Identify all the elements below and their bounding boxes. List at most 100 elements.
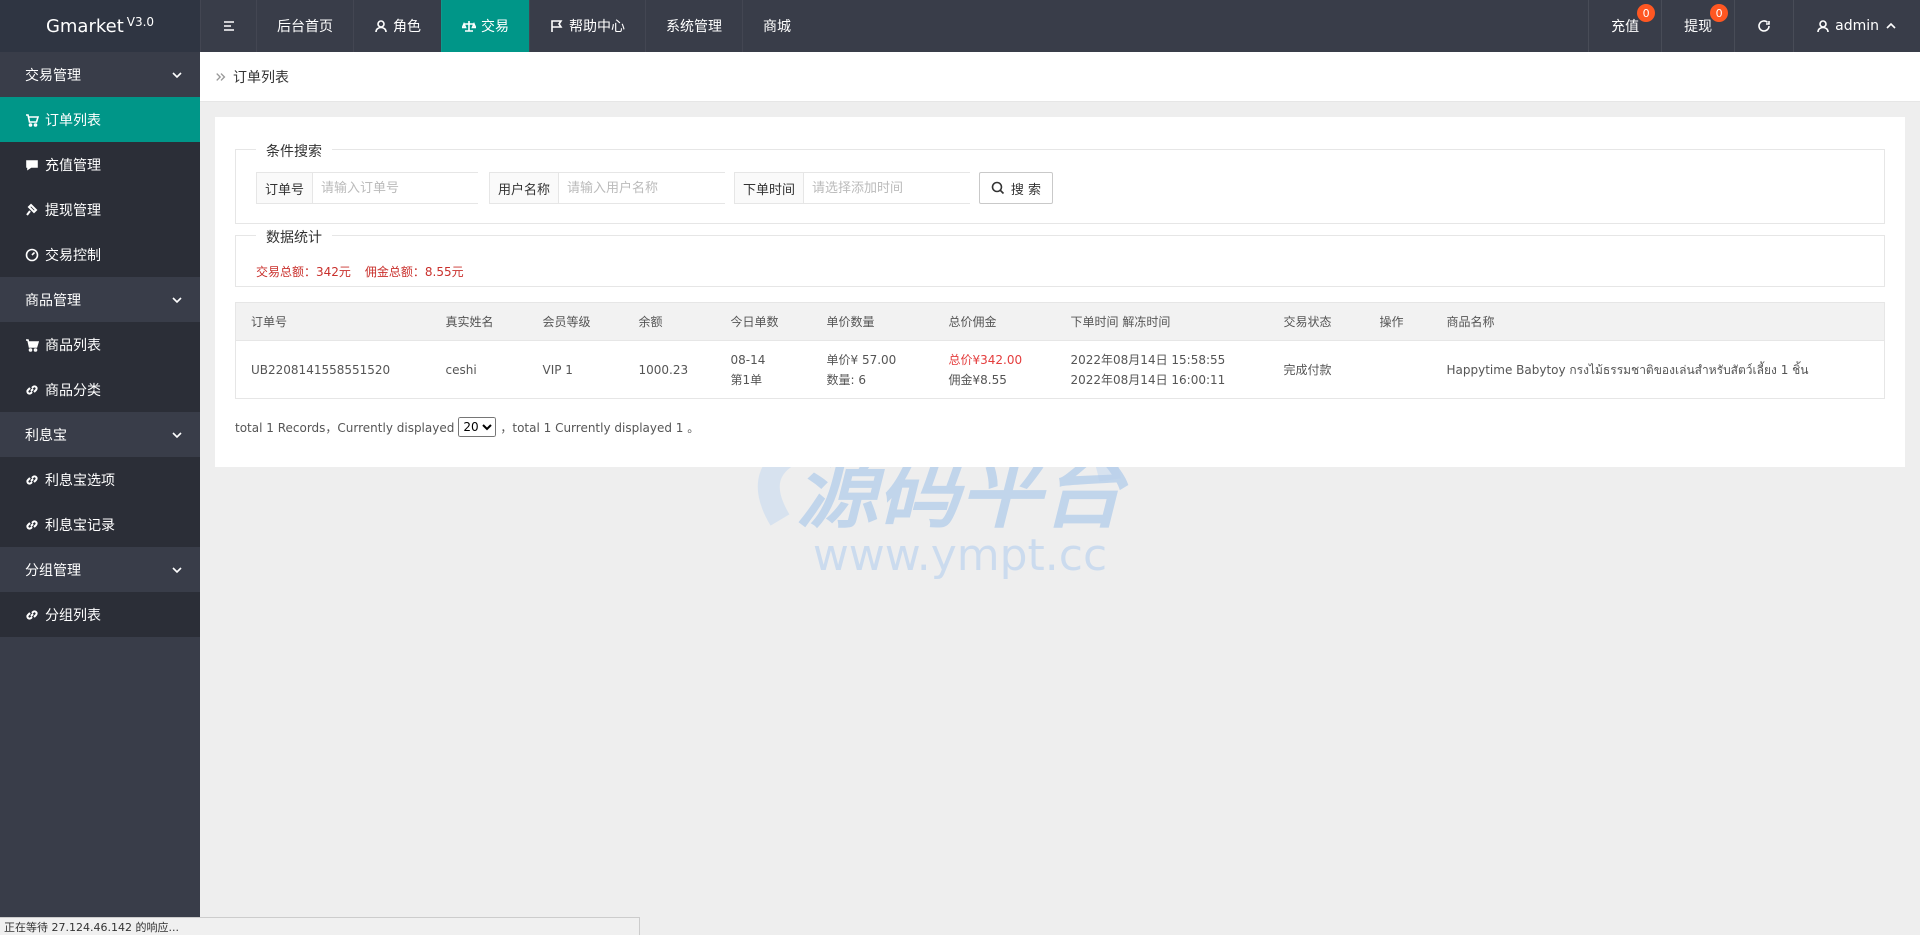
search-button-label: 搜 索	[1010, 182, 1042, 198]
table-header-row: 订单号 真实姓名 会员等级 余额 今日单数 单价数量 总价佣金 下单时间 解冻时…	[235, 302, 1885, 341]
watermark-url: www.ympt.cc	[813, 530, 1107, 581]
pager-suffix: ，total 1 Currently displayed 1 。	[500, 420, 700, 435]
unit-price: 单价¥ 57.00	[826, 352, 897, 367]
sidebar-item-goods-category[interactable]: 商品分类	[0, 367, 200, 412]
col-action: 操作	[1364, 302, 1432, 341]
stats-fieldset: 数据统计 交易总额：342元 佣金总额：8.55元	[235, 227, 1885, 287]
user-name: admin	[1835, 18, 1879, 34]
col-member-level: 会员等级	[527, 302, 624, 341]
unfreeze-time: 2022年08月14日 16:00:11	[1070, 372, 1226, 387]
withdraw-button[interactable]: 提现 0	[1661, 0, 1734, 52]
cell-unit-qty: 单价¥ 57.00 数量: 6	[812, 341, 934, 399]
nav-home[interactable]: 后台首页	[256, 0, 353, 52]
sidebar-item-interest-options[interactable]: 利息宝选项	[0, 457, 200, 502]
logo-text: Gmarket	[45, 15, 124, 37]
commission: 佣金¥8.55	[948, 372, 1007, 387]
nav-mall[interactable]: 商城	[742, 0, 811, 52]
sidebar-item-label: 利息宝记录	[45, 517, 115, 534]
browser-status-bar: 正在等待 27.124.46.142 的响应...	[0, 917, 640, 935]
pagination: total 1 Records，Currently displayed 20 ，…	[235, 417, 699, 437]
sidebar-group-label: 交易管理	[25, 67, 81, 84]
menu-icon	[223, 21, 234, 31]
sidebar-item-label: 商品列表	[45, 337, 101, 354]
link-icon	[26, 609, 38, 620]
col-real-name: 真实姓名	[430, 302, 528, 341]
sidebar-toggle-button[interactable]	[200, 0, 256, 52]
cell-action[interactable]	[1365, 341, 1432, 399]
today-date: 08-14	[730, 352, 766, 367]
breadcrumb-current[interactable]: 订单列表	[233, 67, 289, 87]
quantity: 数量: 6	[826, 372, 867, 387]
sidebar-item-label: 商品分类	[45, 382, 101, 399]
nav-system[interactable]: 系统管理	[645, 0, 742, 52]
search-icon	[991, 181, 1004, 195]
page-size-select[interactable]: 20	[458, 417, 497, 437]
sidebar-group-interest[interactable]: 利息宝	[0, 412, 200, 457]
sidebar-group-trade[interactable]: 交易管理	[0, 52, 200, 97]
username-input[interactable]	[559, 173, 728, 203]
cart-icon	[26, 338, 39, 352]
flag-icon	[551, 20, 563, 32]
version-label: V3.0	[126, 15, 155, 29]
user-menu[interactable]: admin	[1793, 0, 1920, 52]
sidebar-item-group-list[interactable]: 分组列表	[0, 592, 200, 637]
sidebar-group-group[interactable]: 分组管理	[0, 547, 200, 592]
username-field: 用户名称	[489, 172, 728, 204]
chevron-down-icon	[172, 566, 182, 573]
sidebar-item-label: 利息宝选项	[45, 472, 115, 489]
link-icon	[26, 474, 38, 485]
user-icon	[375, 20, 387, 33]
header-nav: 后台首页 角色 交易 帮助中心 系统管理 商城	[200, 0, 811, 52]
search-fieldset: 条件搜索 订单号 用户名称 下单时间 搜 索	[235, 141, 1885, 224]
chevron-up-icon	[1886, 22, 1896, 29]
sidebar-item-withdraw[interactable]: 提现管理	[0, 187, 200, 232]
recharge-label: 充值	[1611, 19, 1640, 35]
double-chevron-right-icon	[216, 72, 226, 81]
order-no-input[interactable]	[313, 173, 482, 203]
sidebar-group-label: 商品管理	[25, 292, 81, 309]
sidebar-item-trade-control[interactable]: 交易控制	[0, 232, 200, 277]
search-button[interactable]: 搜 索	[979, 172, 1053, 204]
sidebar-item-recharge[interactable]: 充值管理	[0, 142, 200, 187]
sidebar-group-goods[interactable]: 商品管理	[0, 277, 200, 322]
comment-icon	[26, 159, 38, 170]
table-row: UB2208141558551520 ceshi VIP 1 1000.23 0…	[236, 341, 1885, 399]
breadcrumb: 订单列表	[200, 52, 1920, 102]
nav-trade[interactable]: 交易	[441, 0, 529, 52]
col-today-orders: 今日单数	[715, 302, 812, 341]
cell-member-level: VIP 1	[542, 362, 573, 377]
order-table: 订单号 真实姓名 会员等级 余额 今日单数 单价数量 总价佣金 下单时间 解冻时…	[235, 302, 1885, 399]
sidebar-item-interest-records[interactable]: 利息宝记录	[0, 502, 200, 547]
stats-legend: 数据统计	[256, 227, 332, 247]
refresh-button[interactable]	[1734, 0, 1793, 52]
sidebar-item-order-list[interactable]: 订单列表	[0, 97, 200, 142]
nav-help[interactable]: 帮助中心	[529, 0, 645, 52]
withdraw-badge: 0	[1710, 4, 1729, 22]
chevron-down-icon	[172, 71, 182, 78]
cell-balance: 1000.23	[638, 362, 689, 377]
order-time-input[interactable]	[804, 173, 973, 203]
nav-mall-label: 商城	[763, 19, 791, 35]
sidebar-item-label: 订单列表	[45, 112, 101, 129]
header-right: 充值 0 提现 0 admin	[1588, 0, 1920, 52]
sidebar-item-label: 提现管理	[45, 202, 101, 219]
cell-real-name: ceshi	[445, 362, 477, 377]
pager-prefix: total 1 Records，Currently displayed	[235, 420, 455, 435]
search-legend: 条件搜索	[256, 141, 332, 161]
sidebar-item-label: 交易控制	[45, 247, 101, 264]
col-order-no: 订单号	[235, 302, 431, 341]
recharge-button[interactable]: 充值 0	[1588, 0, 1661, 52]
col-total-commission: 总价佣金	[933, 302, 1056, 341]
app-logo[interactable]: Gmarket V3.0	[0, 0, 200, 52]
cell-status: 完成付款	[1283, 362, 1332, 377]
order-no-label: 订单号	[257, 173, 314, 203]
scale-icon	[462, 21, 476, 32]
nav-role[interactable]: 角色	[353, 0, 441, 52]
sidebar-item-label: 分组列表	[45, 607, 101, 624]
sidebar-item-goods-list[interactable]: 商品列表	[0, 322, 200, 367]
col-times: 下单时间 解冻时间	[1055, 302, 1269, 341]
sidebar-group-label: 利息宝	[25, 427, 67, 444]
link-icon	[26, 519, 38, 530]
cell-total-commission: 总价¥342.00 佣金¥8.55	[934, 341, 1056, 399]
cell-times: 2022年08月14日 15:58:55 2022年08月14日 16:00:1…	[1056, 341, 1269, 399]
